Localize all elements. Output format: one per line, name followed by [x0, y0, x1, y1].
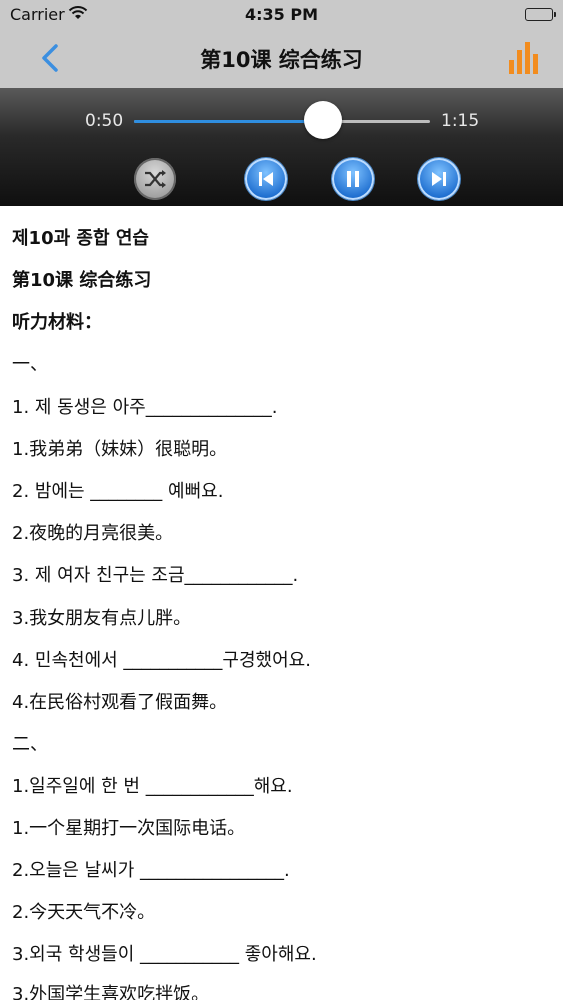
- text-line: 2.夜晚的月亮很美。: [12, 523, 174, 544]
- status-time: 4:35 PM: [244, 5, 318, 24]
- text-line: 2.今天天气不冷。: [12, 902, 156, 923]
- text-line: 1. 제 동생은 아주______________.: [12, 397, 278, 418]
- text-line: 3.我女朋友有点儿胖。: [12, 608, 192, 629]
- text-line: 3.외국 학생들이 ___________ 좋아해요.: [12, 944, 317, 965]
- pause-icon: [347, 171, 359, 187]
- skip-previous-icon: [259, 172, 273, 186]
- current-time-label: 0:50: [85, 111, 124, 131]
- text-line: 3. 제 여자 친구는 조금____________.: [12, 565, 299, 586]
- section-heading: 听力材料：: [12, 312, 102, 333]
- text-line: 3.外国学生喜欢吃拌饭。: [12, 984, 210, 1000]
- shuffle-icon: [145, 170, 166, 188]
- text-line: 1.我弟弟（妹妹）很聪明。: [12, 439, 228, 460]
- previous-button[interactable]: [245, 158, 287, 200]
- lesson-text: 제10과 종합 연습 第10课 综合练习 听力材料： 一、 1. 제 동생은 아…: [0, 206, 563, 1000]
- progress-slider-fill: [134, 120, 324, 123]
- text-line: 1.일주일에 한 번 ____________해요.: [12, 776, 293, 797]
- skip-next-icon: [432, 172, 446, 186]
- next-button[interactable]: [418, 158, 460, 200]
- part-heading: 一、: [12, 354, 48, 375]
- text-line: 4.在民俗村观看了假面舞。: [12, 692, 228, 713]
- pause-button[interactable]: [332, 158, 374, 200]
- text-line: 1.一个星期打一次国际电话。: [12, 818, 246, 839]
- text-line: 2.오늘은 날씨가 ________________.: [12, 860, 290, 881]
- progress-slider-track[interactable]: [134, 120, 430, 123]
- audio-player: 0:50 1:15: [0, 88, 563, 206]
- shuffle-button[interactable]: [134, 158, 176, 200]
- duration-label: 1:15: [441, 111, 480, 131]
- chinese-lesson-title: 第10课 综合练习: [12, 270, 152, 291]
- page-title: 第10课 综合练习: [200, 48, 363, 72]
- equalizer-bars-icon[interactable]: [507, 40, 543, 76]
- progress-slider-thumb[interactable]: [304, 101, 343, 139]
- status-bar: Carrier 4:35 PM: [0, 0, 563, 30]
- part-heading: 二、: [12, 734, 48, 755]
- text-line: 4. 민속천에서 ___________구경했어요.: [12, 650, 311, 671]
- text-line: 2. 밤에는 ________ 예뻐요.: [12, 481, 224, 502]
- korean-lesson-title: 제10과 종합 연습: [12, 228, 149, 249]
- navigation-bar: 第10课 综合练习: [0, 30, 563, 88]
- battery-icon: [525, 8, 556, 21]
